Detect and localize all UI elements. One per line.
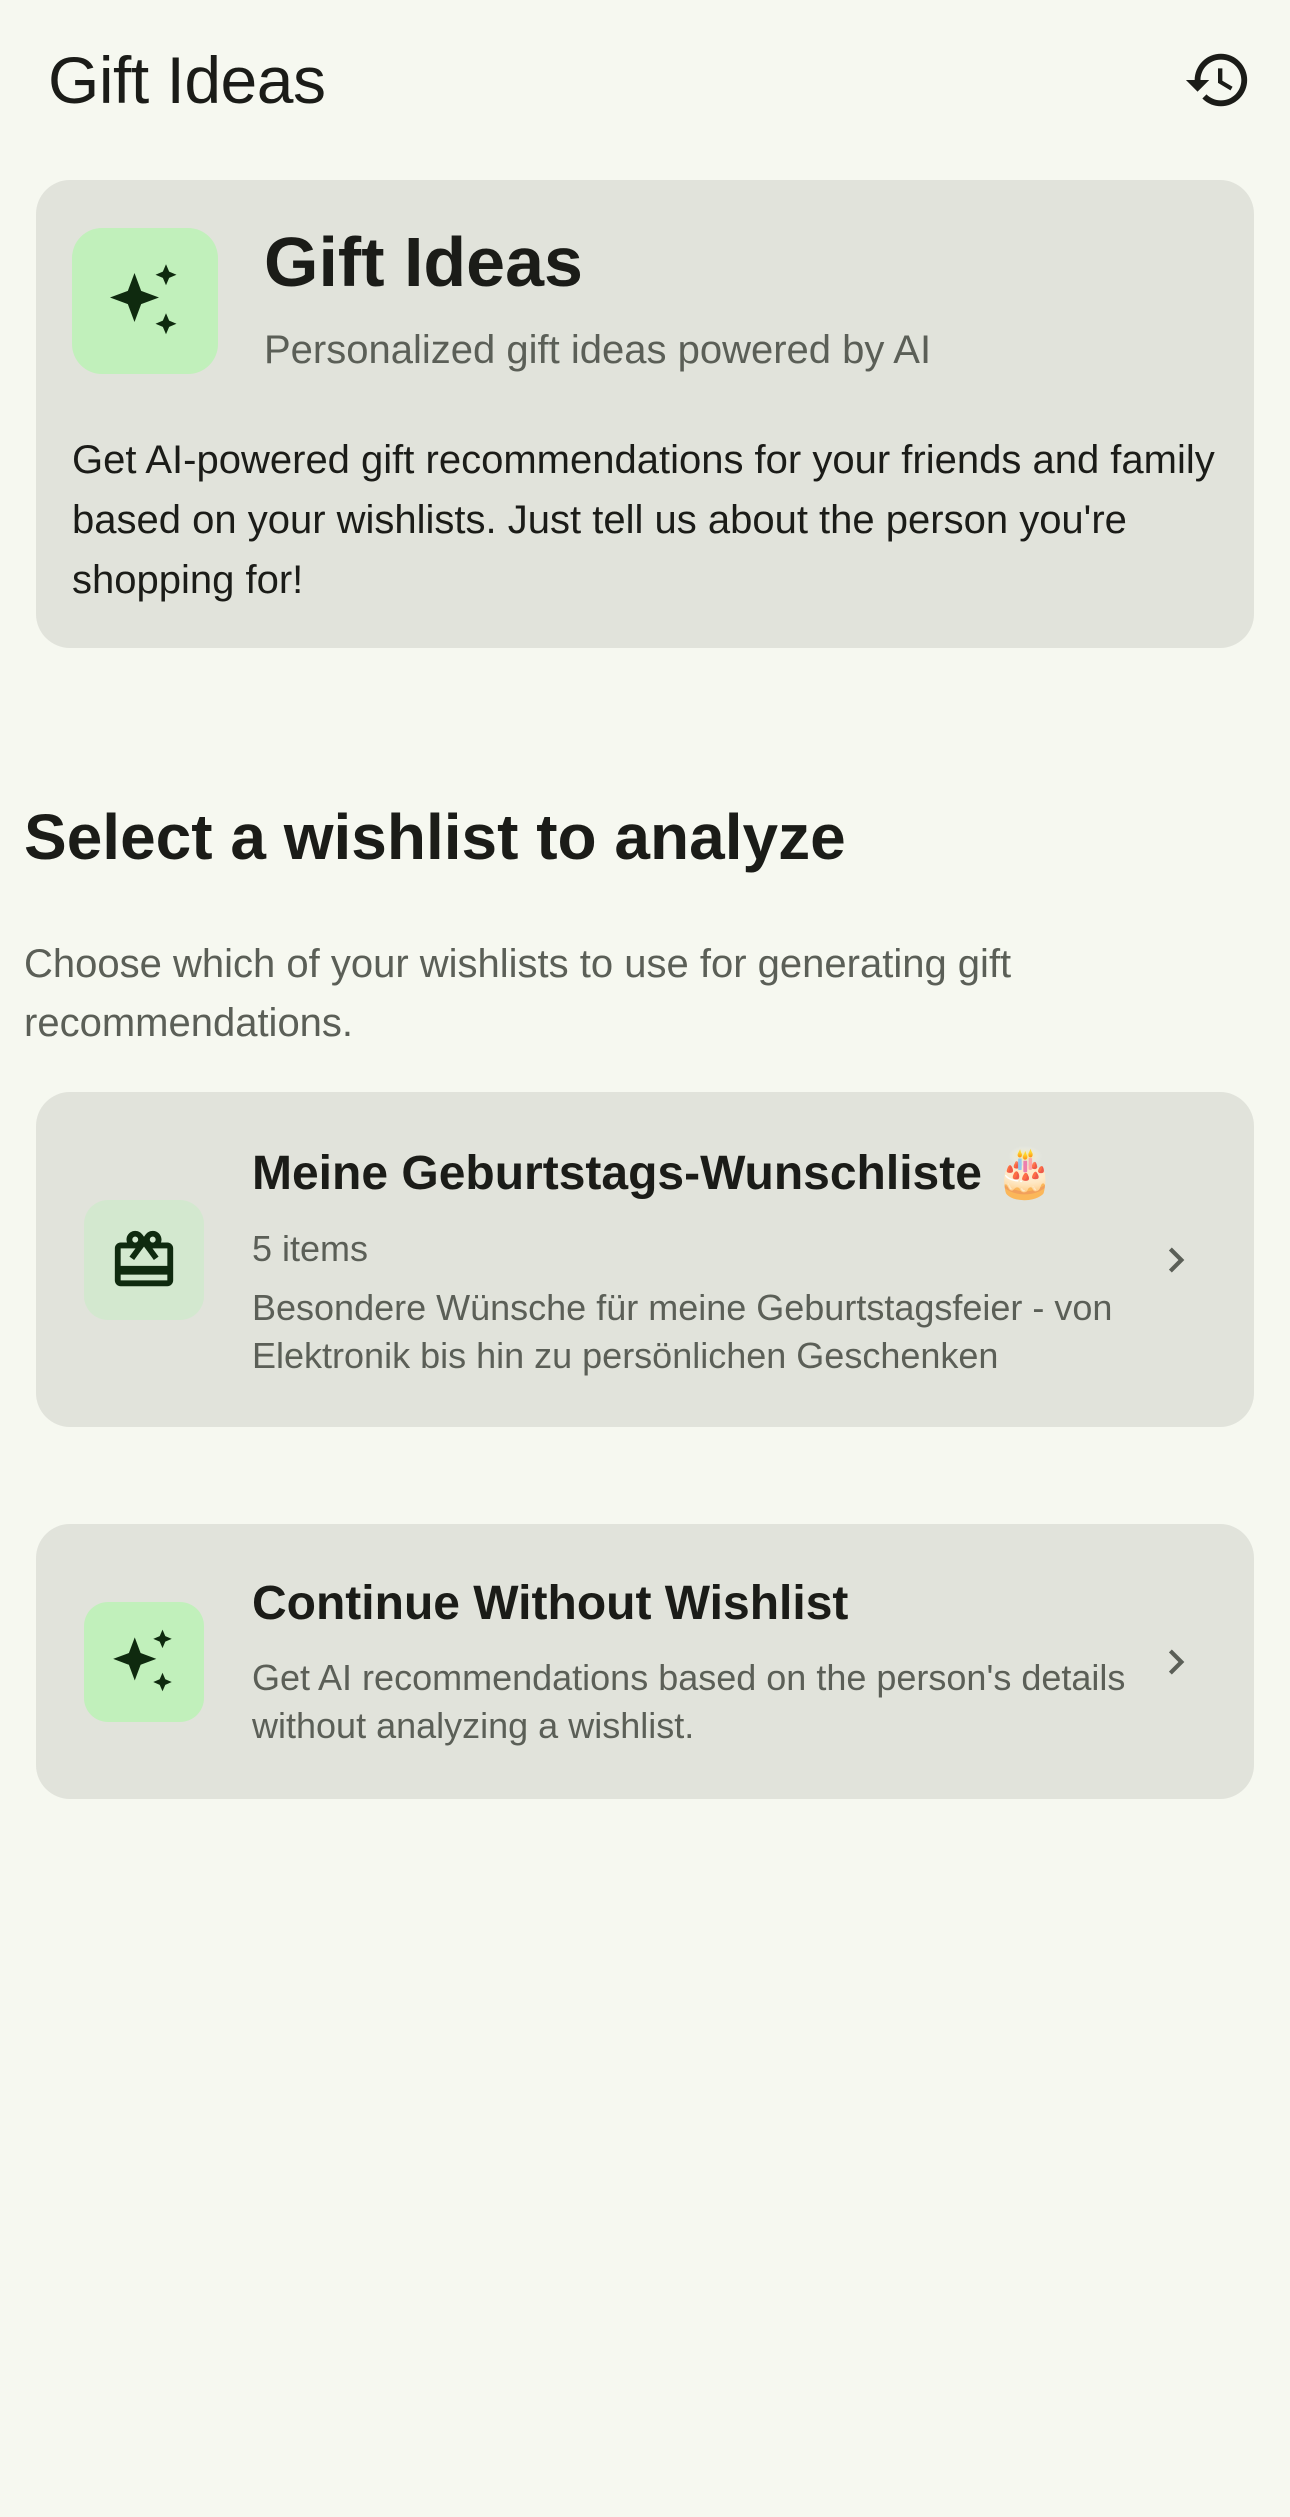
wishlist-description: Besondere Wünsche für meine Geburtstagsf… [252, 1287, 1113, 1376]
continue-icon-container [84, 1602, 204, 1722]
intro-description: Get AI-powered gift recommendations for … [72, 438, 1215, 602]
wishlist-card[interactable]: Meine Geburtstags-Wunschliste 🎂 5 items … [36, 1092, 1254, 1427]
section-heading: Select a wishlist to analyze [24, 801, 846, 873]
history-icon [1185, 53, 1248, 107]
wishlist-icon-container [84, 1200, 204, 1320]
history-button[interactable] [1180, 42, 1256, 118]
intro-icon-container [72, 228, 218, 374]
continue-description: Get AI recommendations based on the pers… [252, 1657, 1126, 1746]
wishlist-title: Meine Geburtstags-Wunschliste 🎂 [252, 1147, 1056, 1200]
gift-card-icon [114, 1230, 174, 1287]
intro-card: Gift Ideas Personalized gift ideas power… [36, 180, 1254, 648]
sparkles-icon [110, 264, 177, 335]
sparkles-icon [113, 1629, 172, 1692]
continue-title: Continue Without Wishlist [252, 1577, 849, 1630]
intro-subtitle: Personalized gift ideas powered by AI [264, 328, 932, 372]
chevron-right-icon [1146, 1230, 1206, 1290]
intro-title: Gift Ideas [264, 223, 583, 301]
section-description: Choose which of your wishlists to use fo… [24, 942, 1012, 1045]
app-bar-title: Gift Ideas [48, 43, 326, 117]
wishlist-item-count: 5 items [252, 1228, 369, 1269]
chevron-right-icon [1146, 1632, 1206, 1692]
app-bar: Gift Ideas [0, 0, 1290, 165]
continue-without-wishlist-card[interactable]: Continue Without Wishlist Get AI recomme… [36, 1524, 1254, 1799]
